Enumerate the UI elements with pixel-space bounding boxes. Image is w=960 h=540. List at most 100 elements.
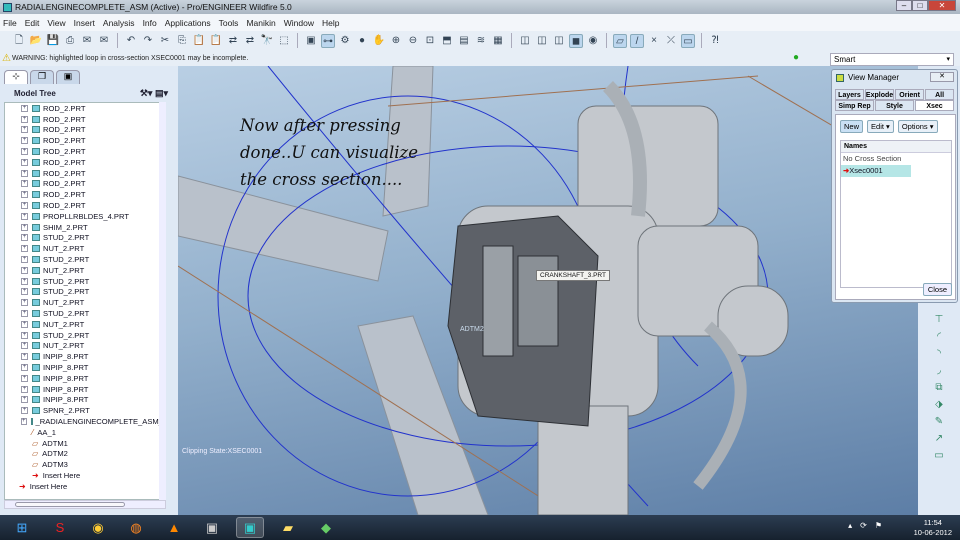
menu-tools[interactable]: Tools <box>219 18 239 28</box>
tree-columns-icon[interactable]: ▤▾ <box>155 88 168 98</box>
menu-window[interactable]: Window <box>284 18 314 28</box>
layers-icon[interactable]: ≋ <box>474 34 488 48</box>
tree-item[interactable]: + ROD_2.PRT <box>5 103 165 114</box>
tab-all[interactable]: All <box>925 89 954 100</box>
menu-info[interactable]: Info <box>143 18 157 28</box>
expand-icon[interactable]: + <box>21 202 28 210</box>
expand-icon[interactable]: + <box>21 180 28 188</box>
tree-item[interactable]: + ROD_2.PRT <box>5 146 165 157</box>
draft-tool-icon[interactable]: ◞ <box>932 365 946 376</box>
orient-mode-icon[interactable]: ⚙ <box>338 34 352 48</box>
tree-item[interactable]: ➜ Insert Here <box>5 481 165 492</box>
attach-icon[interactable]: ✉ <box>97 34 111 48</box>
tree-item[interactable]: + STUD_2.PRT <box>5 233 165 244</box>
expand-icon[interactable]: + <box>21 234 28 242</box>
menu-file[interactable]: File <box>3 18 17 28</box>
chamfer-tool-icon[interactable]: ◝ <box>932 348 946 359</box>
expand-icon[interactable]: + <box>21 342 28 350</box>
tree-item[interactable]: + NUT_2.PRT <box>5 297 165 308</box>
view-manager-icon[interactable]: ▦ <box>491 34 505 48</box>
vlc-icon[interactable]: ▲ <box>160 517 188 538</box>
expand-icon[interactable]: + <box>21 407 28 415</box>
edit-menu-button[interactable]: Edit ▾ <box>867 120 894 133</box>
expand-icon[interactable]: + <box>21 115 28 123</box>
close-button[interactable]: Close <box>922 283 952 296</box>
menu-applications[interactable]: Applications <box>165 18 211 28</box>
expand-icon[interactable]: + <box>21 191 28 199</box>
tree-item[interactable]: ▱ ADTM1 <box>5 438 165 449</box>
menu-analysis[interactable]: Analysis <box>103 18 135 28</box>
model-tree-tab[interactable]: ⊹ <box>4 70 28 84</box>
expand-icon[interactable]: + <box>21 158 28 166</box>
new-icon[interactable]: 🗋 <box>12 34 26 48</box>
tree-item[interactable]: + NUT_2.PRT <box>5 243 165 254</box>
tree-item[interactable]: + SPNR_2.PRT <box>5 405 165 416</box>
expand-icon[interactable]: + <box>21 364 28 372</box>
tree-item[interactable]: + PROPLLRBLDES_4.PRT <box>5 211 165 222</box>
expand-icon[interactable]: + <box>21 353 28 361</box>
round-tool-icon[interactable]: ◜ <box>932 331 946 342</box>
spin-center-icon[interactable]: ⊶ <box>321 33 335 48</box>
new-xsec-button[interactable]: New <box>840 120 864 133</box>
solidworks-icon[interactable]: S <box>46 517 74 538</box>
tree-item[interactable]: ▱ ADTM3 <box>5 459 165 470</box>
tab-simp-rep[interactable]: Simp Rep <box>835 100 874 111</box>
no-hidden-icon[interactable]: ◫ <box>552 34 566 48</box>
tree-item[interactable]: ▱ ADTM2 <box>5 449 165 460</box>
tree-item[interactable]: + STUD_2.PRT <box>5 254 165 265</box>
open-icon[interactable]: 📂 <box>29 34 43 48</box>
tree-horizontal-scrollbar[interactable] <box>4 500 166 509</box>
tab-style[interactable]: Style <box>875 100 914 111</box>
expand-icon[interactable]: + <box>21 137 28 145</box>
tab-explode[interactable]: Explode <box>864 89 895 100</box>
wireframe-icon[interactable]: ◫ <box>518 34 532 48</box>
select-box-icon[interactable]: ⬚ <box>277 34 291 48</box>
expand-icon[interactable]: + <box>21 288 28 296</box>
menu-edit[interactable]: Edit <box>25 18 40 28</box>
tree-item[interactable]: + INPIP_8.PRT <box>5 373 165 384</box>
tree-item[interactable]: + STUD_2.PRT <box>5 287 165 298</box>
tree-item[interactable]: + NUT_2.PRT <box>5 265 165 276</box>
xsec-list-item-active[interactable]: ➜Xsec0001 <box>841 165 911 177</box>
tree-item[interactable]: + ROD_2.PRT <box>5 135 165 146</box>
tree-item[interactable]: ➜ Insert Here <box>5 470 165 481</box>
saved-views-icon[interactable]: ▤ <box>457 34 471 48</box>
annotations-icon[interactable]: ▭ <box>681 33 695 48</box>
tree-settings-icon[interactable]: ⚒▾ <box>140 88 153 98</box>
folder-browser-tab[interactable]: ❐ <box>30 70 54 84</box>
tree-item[interactable]: + ROD_2.PRT <box>5 125 165 136</box>
tree-item[interactable]: + ROD_2.PRT <box>5 200 165 211</box>
expand-icon[interactable]: + <box>21 320 28 328</box>
tree-item[interactable]: + STUD_2.PRT <box>5 276 165 287</box>
tree-item[interactable]: + INPIP_8.PRT <box>5 351 165 362</box>
clock[interactable]: 11:54 10-06-2012 <box>914 518 952 538</box>
expand-icon[interactable]: + <box>21 169 28 177</box>
minimize-button[interactable]: – <box>896 0 912 11</box>
tree-item[interactable]: + INPIP_8.PRT <box>5 395 165 406</box>
tree-item[interactable]: + ROD_2.PRT <box>5 114 165 125</box>
cut-icon[interactable]: ✂ <box>158 34 172 48</box>
regenerate-icon[interactable]: ⇄ <box>226 34 240 48</box>
start-button[interactable]: ⊞ <box>8 517 36 538</box>
explorer-icon[interactable]: ▰ <box>274 517 302 538</box>
curve-icon[interactable]: ↗ <box>932 433 946 444</box>
expand-icon[interactable]: + <box>21 277 28 285</box>
expand-icon[interactable]: + <box>21 396 28 404</box>
copy-icon[interactable]: ⎘ <box>175 34 189 48</box>
appearance-icon[interactable]: ● <box>355 34 369 48</box>
menu-manikin[interactable]: Manikin <box>246 18 275 28</box>
expand-icon[interactable]: + <box>21 126 28 134</box>
expand-icon[interactable]: + <box>21 266 28 274</box>
save-icon[interactable]: 💾 <box>46 34 60 48</box>
print-icon[interactable]: ⎙ <box>63 34 77 48</box>
tab-layers[interactable]: Layers <box>835 89 864 100</box>
reorient-icon[interactable]: ⬒ <box>440 34 454 48</box>
datum-axes-icon[interactable]: / <box>630 33 644 48</box>
refit-icon[interactable]: ⊡ <box>423 34 437 48</box>
expand-icon[interactable]: + <box>21 310 28 318</box>
create-component-icon[interactable]: ⬗ <box>932 399 946 410</box>
expand-icon[interactable]: + <box>21 212 28 220</box>
paste-special-icon[interactable]: 📋 <box>209 34 223 48</box>
assemble-icon[interactable]: ⧉ <box>932 382 946 393</box>
selection-filter-dropdown[interactable]: Smart <box>830 53 954 66</box>
